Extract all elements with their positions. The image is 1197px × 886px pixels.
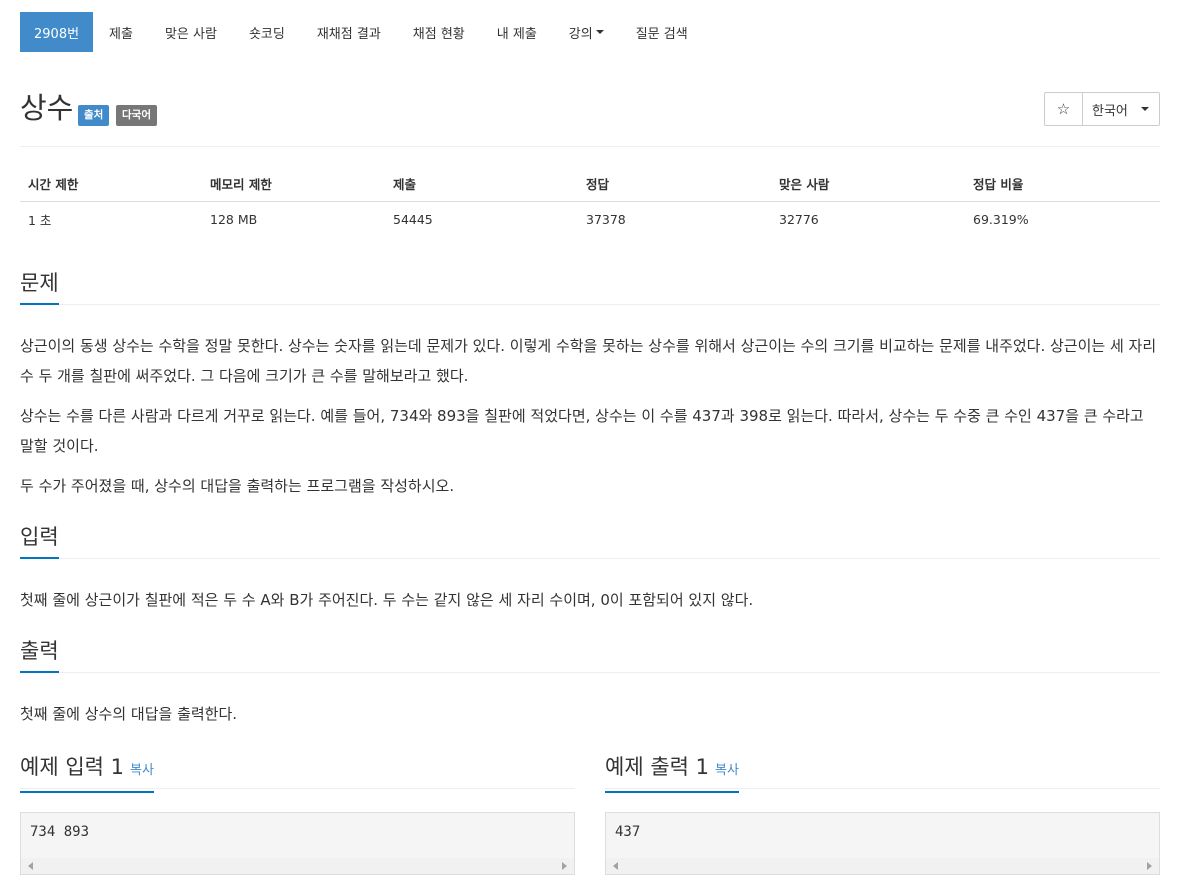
description-paragraph: 상근이의 동생 상수는 수학을 정말 못한다. 상수는 숫자를 읽는데 문제가 … [20,337,1157,385]
input-heading: 입력 [20,523,59,559]
table-header-row: 시간 제한 메모리 제한 제출 정답 맞은 사람 정답 비율 [20,166,1160,202]
horizontal-scrollbar[interactable] [21,858,574,874]
output-description: 첫째 줄에 상수의 대답을 출력한다. [20,705,238,723]
header-submissions: 제출 [385,166,578,202]
section-heading: 예제 입력 1 복사 [20,753,575,793]
scroll-right-icon[interactable] [562,862,567,870]
tab-solved-users[interactable]: 맞은 사람 [149,12,233,52]
horizontal-scrollbar[interactable] [606,858,1159,874]
favorite-star-button[interactable]: ☆ [1045,93,1083,125]
tab-problem-number[interactable]: 2908번 [20,12,94,52]
section-heading: 문제 [20,269,1160,305]
description-body: 상근이의 동생 상수는 수학을 정말 못한다. 상수는 숫자를 읽는데 문제가 … [20,331,1160,501]
sample-output-data: 437 [615,824,641,840]
title-actions: ☆ 한국어 [1044,92,1160,126]
description-paragraph: 두 수가 주어졌을 때, 상수의 대답을 출력하는 프로그램을 작성하시오. [20,477,455,495]
source-badge[interactable]: 출처 [78,105,110,126]
tab-short-coding[interactable]: 숏코딩 [233,12,301,52]
tab-lectures[interactable]: 강의 [553,12,620,52]
tab-lectures-label: 강의 [568,26,593,42]
header-memory-limit: 메모리 제한 [202,166,385,202]
description-heading: 문제 [20,269,59,305]
sample-output-box[interactable]: 437 [605,812,1160,875]
tab-submit[interactable]: 제출 [93,12,149,52]
section-heading: 예제 출력 1 복사 [605,753,1160,793]
output-section: 출력 첫째 줄에 상수의 대답을 출력한다. [20,637,1160,729]
tab-my-submissions[interactable]: 내 제출 [481,12,553,52]
input-section: 입력 첫째 줄에 상근이가 칠판에 적은 두 수 A와 B가 주어진다. 두 수… [20,523,1160,615]
tab-rejudge-results[interactable]: 재채점 결과 [301,12,397,52]
language-select[interactable]: 한국어 [1083,93,1159,125]
sample-output-title: 예제 출력 1 [605,755,709,779]
tab-judge-status[interactable]: 채점 현황 [397,12,481,52]
problem-page: 2908번 제출 맞은 사람 숏코딩 재채점 결과 채점 현황 내 제출 강의 … [0,0,1197,886]
problem-menu: 2908번 제출 맞은 사람 숏코딩 재채점 결과 채점 현황 내 제출 강의 … [20,12,704,52]
memory-limit-value: 128 MB [210,212,258,227]
sample-input-heading: 예제 입력 1 복사 [20,753,154,793]
divider [20,146,1160,147]
sample-input-data: 734 893 [30,824,90,840]
scroll-right-icon[interactable] [1147,862,1152,870]
accepted-value: 37378 [586,212,626,227]
section-heading: 입력 [20,523,1160,559]
section-heading: 출력 [20,637,1160,673]
copy-sample-input-button[interactable]: 복사 [130,763,154,778]
scroll-left-icon[interactable] [613,862,618,870]
accept-ratio-value: 69.319% [973,212,1029,227]
scroll-left-icon[interactable] [28,862,33,870]
copy-sample-output-button[interactable]: 복사 [715,763,739,778]
title-row: 상수 출처 다국어 ☆ 한국어 [20,88,1160,138]
header-time-limit: 시간 제한 [20,166,202,202]
description-section: 문제 상근이의 동생 상수는 수학을 정말 못한다. 상수는 숫자를 읽는데 문… [20,269,1160,501]
sample-output-section: 예제 출력 1 복사 437 [605,753,1160,875]
sample-input-section: 예제 입력 1 복사 734 893 [20,753,575,875]
sample-input-title: 예제 입력 1 [20,755,124,779]
sample-output-heading: 예제 출력 1 복사 [605,753,739,793]
multilang-badge[interactable]: 다국어 [116,105,157,126]
caret-down-icon [595,30,604,34]
output-heading: 출력 [20,637,59,673]
header-accepted: 정답 [578,166,771,202]
input-description: 첫째 줄에 상근이가 칠판에 적은 두 수 A와 B가 주어진다. 두 수는 같… [20,591,754,609]
star-icon: ☆ [1056,100,1071,118]
tab-question-search[interactable]: 질문 검색 [620,12,704,52]
sample-input-box[interactable]: 734 893 [20,812,575,875]
problem-info-table: 시간 제한 메모리 제한 제출 정답 맞은 사람 정답 비율 1 초 128 M… [20,166,1160,237]
submissions-value: 54445 [393,212,433,227]
header-accept-ratio: 정답 비율 [965,166,1160,202]
table-row: 1 초 128 MB 54445 37378 32776 69.319% [20,202,1160,238]
problem-title: 상수 [20,91,74,125]
description-paragraph: 상수는 수를 다른 사람과 다르게 거꾸로 읽는다. 예를 들어, 734와 8… [20,407,1144,455]
language-label: 한국어 [1092,103,1128,119]
solved-users-value: 32776 [779,212,819,227]
time-limit-value: 1 초 [28,213,52,228]
caret-down-icon [1141,107,1149,111]
header-solved-users: 맞은 사람 [771,166,965,202]
